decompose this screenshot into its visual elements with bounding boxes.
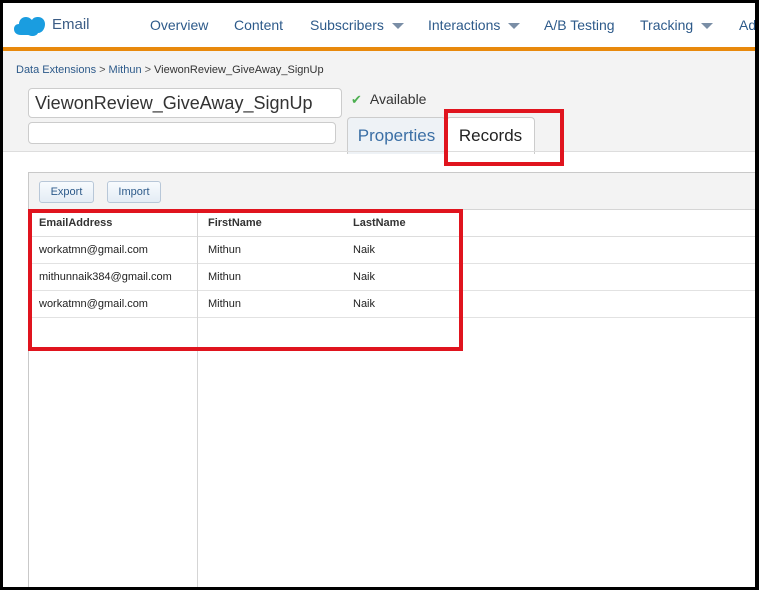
chevron-down-icon	[391, 23, 404, 30]
divider	[3, 151, 755, 152]
extension-header: Data Extensions > Mithun > ViewonReview_Give…	[3, 51, 755, 154]
status-text: Available	[369, 91, 427, 107]
extension-name-field[interactable]: ViewonReview_GiveAway_SignUp	[28, 88, 342, 118]
checkmark-icon: ✔	[351, 92, 362, 107]
nav-subscribers[interactable]: Subscribers	[310, 17, 404, 33]
extension-description-field[interactable]	[28, 122, 336, 144]
nav-overview[interactable]: Overview	[150, 17, 208, 33]
nav-interactions[interactable]: Interactions	[428, 17, 521, 33]
import-button[interactable]: Import	[107, 181, 161, 203]
nav-content[interactable]: Content	[234, 17, 283, 33]
records-toolbar: Export Import	[29, 173, 755, 210]
breadcrumb-mithun[interactable]: Mithun	[109, 64, 142, 76]
table-highlight	[28, 209, 463, 351]
chevron-down-icon	[508, 23, 521, 30]
nav-ad[interactable]: Ad	[739, 17, 755, 33]
nav-tracking[interactable]: Tracking	[640, 17, 714, 33]
status-indicator: ✔ Available	[351, 91, 426, 108]
breadcrumb-separator: >	[144, 64, 152, 76]
breadcrumb-data-extensions[interactable]: Data Extensions	[16, 64, 96, 76]
salesforce-cloud-icon[interactable]	[13, 14, 46, 37]
breadcrumb-separator: >	[99, 64, 106, 76]
top-navigation: Email Overview Content Subscribers Inter…	[3, 3, 755, 47]
tab-properties[interactable]: Properties	[347, 117, 446, 154]
nav-ab-testing[interactable]: A/B Testing	[544, 17, 615, 33]
chevron-down-icon	[701, 23, 714, 30]
records-tab-highlight	[444, 109, 564, 166]
app-name[interactable]: Email	[52, 16, 90, 33]
export-button[interactable]: Export	[39, 181, 94, 203]
breadcrumb-current: ViewonReview_GiveAway_SignUp	[154, 64, 324, 76]
breadcrumb: Data Extensions > Mithun > ViewonReview_Give…	[16, 64, 324, 76]
app-window: Email Overview Content Subscribers Inter…	[3, 3, 755, 587]
